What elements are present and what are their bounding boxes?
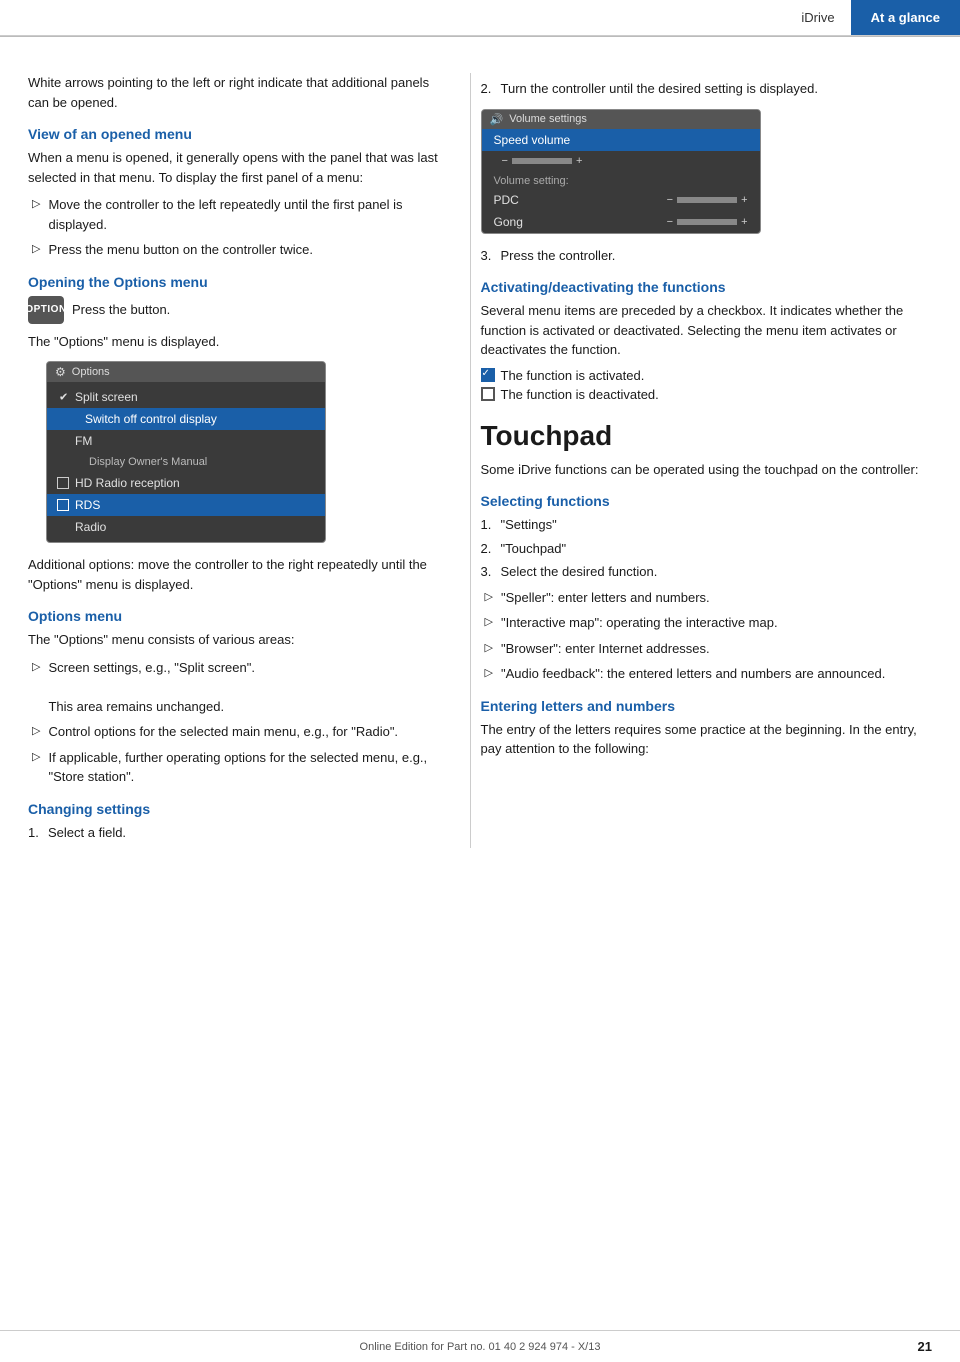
section-heading-selecting: Selecting functions bbox=[481, 493, 932, 509]
bullet-browser: ▷ "Browser": enter Internet addresses. bbox=[481, 639, 932, 659]
selecting-step-2: 2. "Touchpad" bbox=[481, 539, 932, 559]
bullet-text-1: Move the controller to the left repeated… bbox=[48, 195, 441, 234]
selecting-functions-list: 1. "Settings" 2. "Touchpad" 3. Select th… bbox=[481, 515, 932, 582]
bullet-arrow-4: ▷ bbox=[32, 724, 40, 742]
bullet-text-4: Control options for the selected main me… bbox=[48, 722, 398, 742]
vol-title-text: Volume settings bbox=[509, 113, 587, 125]
bullet-arrow-map: ▷ bbox=[485, 615, 493, 633]
footer-text: Online Edition for Part no. 01 40 2 924 … bbox=[360, 1341, 601, 1353]
bullet-text-audio: "Audio feedback": the entered letters an… bbox=[501, 664, 885, 684]
checkbox-hd-radio bbox=[57, 477, 69, 489]
bullet-arrow-3: ▷ bbox=[32, 660, 40, 717]
vol-bar-bg-gong bbox=[677, 219, 737, 225]
section-heading-changing-settings: Changing settings bbox=[28, 801, 442, 817]
page-footer: Online Edition for Part no. 01 40 2 924 … bbox=[0, 1330, 960, 1362]
checkbox-rds bbox=[57, 499, 69, 511]
bullet-further-options: ▷ If applicable, further operating optio… bbox=[28, 748, 442, 787]
changing-settings-list: 1. Select a field. bbox=[28, 823, 442, 843]
vol-item-gong: Gong − + bbox=[482, 211, 760, 233]
page-number: 21 bbox=[918, 1339, 932, 1354]
press-button-text: Press the button. bbox=[72, 302, 170, 317]
step3-list: 3. Press the controller. bbox=[481, 246, 932, 266]
header-idrive-label: iDrive bbox=[785, 0, 850, 35]
volume-screenshot: 🔊 Volume settings Speed volume − + Volum… bbox=[481, 109, 761, 234]
step-2: 2. Turn the controller until the desired… bbox=[481, 79, 932, 99]
options-displayed-text: The "Options" menu is displayed. bbox=[28, 332, 442, 352]
bullet-text-5: If applicable, further operating options… bbox=[48, 748, 441, 787]
additional-options-text: Additional options: move the controller … bbox=[28, 555, 442, 594]
bullet-arrow-1: ▷ bbox=[32, 197, 40, 234]
bullet-move-controller: ▷ Move the controller to the left repeat… bbox=[28, 195, 442, 234]
bullet-arrow-browser: ▷ bbox=[485, 641, 493, 659]
vol-item-speed: Speed volume bbox=[482, 129, 760, 151]
vol-bar-bg bbox=[512, 158, 572, 164]
bullet-text-map: "Interactive map": operating the interac… bbox=[501, 613, 778, 633]
bullet-press-menu: ▷ Press the menu button on the controlle… bbox=[28, 240, 442, 260]
option-button-icon: OPTION bbox=[28, 296, 64, 324]
header-at-glance-label: At a glance bbox=[851, 0, 960, 35]
menu-screenshot-wrapper: ⚙ Options ✔ Split screen Switch off cont… bbox=[28, 361, 442, 543]
right-steps-list: 2. Turn the controller until the desired… bbox=[481, 79, 932, 99]
left-column: White arrows pointing to the left or rig… bbox=[0, 73, 470, 848]
selecting-step-3: 3. Select the desired function. bbox=[481, 562, 932, 582]
entering-para: The entry of the letters requires some p… bbox=[481, 720, 932, 759]
options-menu-screenshot: ⚙ Options ✔ Split screen Switch off cont… bbox=[46, 361, 326, 543]
bullet-arrow-5: ▷ bbox=[32, 750, 40, 787]
menu-item-hd-radio: HD Radio reception bbox=[47, 472, 325, 494]
touchpad-heading: Touchpad bbox=[481, 420, 932, 452]
bullet-screen-settings: ▷ Screen settings, e.g., "Split screen".… bbox=[28, 658, 442, 717]
section-heading-entering: Entering letters and numbers bbox=[481, 698, 932, 714]
vol-icon: 🔊 bbox=[490, 113, 504, 126]
right-column: 2. Turn the controller until the desired… bbox=[471, 73, 960, 848]
checkbox-deactivated-icon bbox=[481, 387, 495, 401]
activating-para: Several menu items are preceded by a che… bbox=[481, 301, 932, 360]
vol-item-bar-row: − + bbox=[482, 151, 760, 171]
menu-item-display-manual: Display Owner's Manual bbox=[47, 452, 325, 472]
menu-item-fm: FM bbox=[47, 430, 325, 452]
section-heading-activating: Activating/deactivating the functions bbox=[481, 279, 932, 295]
main-content: White arrows pointing to the left or rig… bbox=[0, 49, 960, 848]
bullet-arrow-speller: ▷ bbox=[485, 590, 493, 608]
bullet-arrow-audio: ▷ bbox=[485, 666, 493, 684]
step-select-field: 1. Select a field. bbox=[28, 823, 442, 843]
activated-label: The function is activated. bbox=[501, 368, 645, 383]
section-heading-options-menu-desc: Options menu bbox=[28, 608, 442, 624]
section-heading-view-menu: View of an opened menu bbox=[28, 126, 442, 142]
menu-title-text: Options bbox=[72, 366, 110, 378]
menu-item-split-screen: ✔ Split screen bbox=[47, 386, 325, 408]
bullet-text-browser: "Browser": enter Internet addresses. bbox=[501, 639, 710, 659]
vol-section-label: Volume setting: bbox=[482, 171, 760, 189]
menu-items-list: ✔ Split screen Switch off control displa… bbox=[47, 382, 325, 542]
menu-item-rds: RDS bbox=[47, 494, 325, 516]
checkbox-deactivated-line: The function is deactivated. bbox=[481, 387, 932, 402]
intro-text: White arrows pointing to the left or rig… bbox=[28, 73, 442, 112]
bullet-speller: ▷ "Speller": enter letters and numbers. bbox=[481, 588, 932, 608]
menu-item-switch-off: Switch off control display bbox=[47, 408, 325, 430]
checkbox-activated-icon bbox=[481, 368, 495, 382]
step-3: 3. Press the controller. bbox=[481, 246, 932, 266]
menu-item-radio: Radio bbox=[47, 516, 325, 538]
menu-title-bar: ⚙ Options bbox=[47, 362, 325, 382]
options-menu-intro: The "Options" menu consists of various a… bbox=[28, 630, 442, 650]
options-button-row: OPTION Press the button. bbox=[28, 296, 442, 324]
vol-item-pdc: PDC − + bbox=[482, 189, 760, 211]
checkbox-activated-line: The function is activated. bbox=[481, 368, 932, 383]
bullet-text-speller: "Speller": enter letters and numbers. bbox=[501, 588, 710, 608]
section-heading-options-menu: Opening the Options menu bbox=[28, 274, 442, 290]
gear-icon: ⚙ bbox=[55, 365, 66, 379]
bullet-text-3: Screen settings, e.g., "Split screen".Th… bbox=[48, 658, 255, 717]
page-header: iDrive At a glance bbox=[0, 0, 960, 36]
view-menu-para: When a menu is opened, it generally open… bbox=[28, 148, 442, 187]
bullet-text-2: Press the menu button on the controller … bbox=[48, 240, 312, 260]
deactivated-label: The function is deactivated. bbox=[501, 387, 659, 402]
bullet-interactive-map: ▷ "Interactive map": operating the inter… bbox=[481, 613, 932, 633]
vol-bar-bg-pdc bbox=[677, 197, 737, 203]
selecting-step-1: 1. "Settings" bbox=[481, 515, 932, 535]
bullet-control-options: ▷ Control options for the selected main … bbox=[28, 722, 442, 742]
bullet-arrow-2: ▷ bbox=[32, 242, 40, 260]
vol-title-bar: 🔊 Volume settings bbox=[482, 110, 760, 129]
bullet-audio-feedback: ▷ "Audio feedback": the entered letters … bbox=[481, 664, 932, 684]
check-icon-split: ✔ bbox=[59, 391, 68, 404]
touchpad-intro: Some iDrive functions can be operated us… bbox=[481, 460, 932, 480]
